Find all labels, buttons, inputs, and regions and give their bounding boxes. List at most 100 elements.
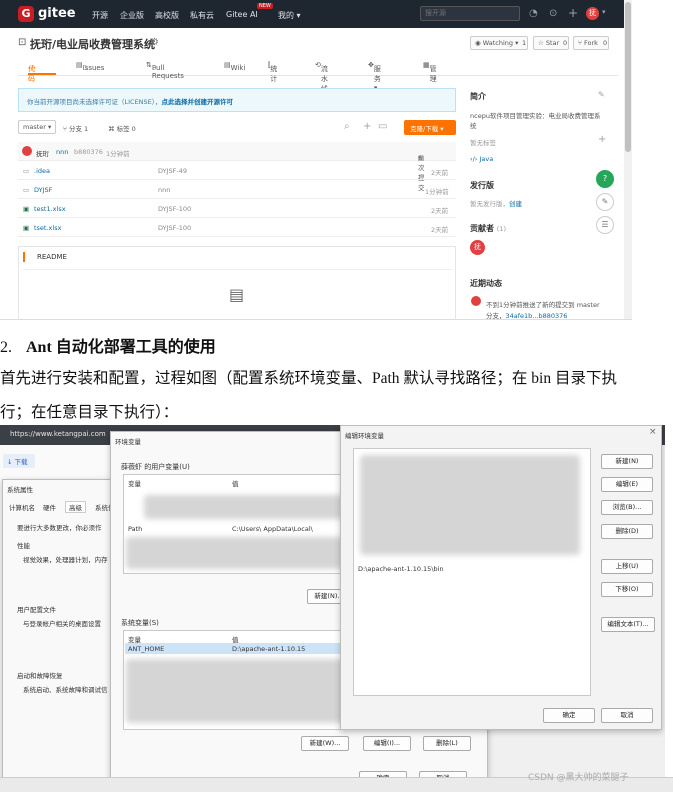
user-vars-label: 薛薇虾 的用户变量(U)	[121, 463, 190, 471]
file-message[interactable]: DYJSF-100	[158, 205, 191, 213]
close-icon[interactable]: ×	[649, 427, 657, 437]
file-message[interactable]: nnn	[158, 186, 170, 194]
move-up-button[interactable]: 上移(U)	[601, 559, 653, 574]
tab-services[interactable]: ✥ 服务 ▾	[368, 61, 381, 92]
heading-number: 2.	[0, 339, 12, 356]
activity-commit-link[interactable]: 34afe1b...b880376	[506, 312, 568, 319]
table-row[interactable]: ▭ DYJSF nnn 1分钟前	[18, 180, 456, 199]
settings-icon[interactable]: ⚙	[150, 37, 159, 48]
system-vars-list[interactable]: 变量 值 ANT_HOME D:\apache-ant-1.10.15	[123, 630, 353, 730]
file-name[interactable]: DYJSF	[34, 186, 52, 194]
user-avatar[interactable]: 抚	[586, 7, 599, 20]
gitee-logo-text[interactable]: gitee	[38, 6, 76, 21]
tab-wiki[interactable]: ▤ Wiki	[224, 61, 245, 72]
tab-pull-requests[interactable]: ⇅ Pull Requests 0	[146, 61, 184, 80]
no-release: 暂无发行版，创建	[470, 200, 522, 208]
clone-download-button[interactable]: 克隆/下载 ▾	[404, 120, 456, 135]
edit-entry-button[interactable]: 编辑(E)	[601, 477, 653, 492]
move-down-button[interactable]: 下移(O)	[601, 582, 653, 597]
system-var-value[interactable]: D:\apache-ant-1.10.15	[232, 645, 305, 653]
recovery-title: 启动和故障恢复	[17, 672, 63, 680]
plus-icon[interactable]: +	[363, 121, 371, 132]
star-button[interactable]: ☆ Star 0	[533, 36, 569, 50]
contributors-title: 贡献者 (1)	[470, 224, 507, 233]
col-header-value[interactable]: 值	[232, 478, 239, 488]
ok-button[interactable]: 确定	[543, 708, 595, 723]
tab-computer-name[interactable]: 计算机名	[9, 502, 35, 512]
file-message[interactable]: DYJSF-100	[158, 224, 191, 232]
contributor-avatar[interactable]: 抚	[470, 240, 485, 255]
tab-advanced[interactable]: 高级	[65, 501, 86, 513]
tab-stats[interactable]: ⫿ 统计	[268, 61, 277, 83]
user-var-value[interactable]: C:\Users\ AppData\Local\	[232, 525, 313, 533]
file-name[interactable]: .idea	[34, 167, 50, 175]
system-delete-button[interactable]: 删除(L)	[423, 736, 471, 751]
user-var-name[interactable]: Path	[128, 525, 142, 533]
release-title: 发行版	[470, 181, 494, 190]
user-vars-list[interactable]: 变量 值 Path C:\Users\ AppData\Local\	[123, 474, 353, 574]
nav-item-private-cloud[interactable]: 私有云	[190, 10, 214, 21]
search-icon[interactable]: ⌕	[344, 121, 350, 132]
scrollbar[interactable]	[624, 0, 632, 319]
cancel-button[interactable]: 取消	[601, 708, 653, 723]
tab-hardware[interactable]: 硬件	[43, 502, 56, 512]
help-icon[interactable]: ?	[596, 170, 614, 188]
watch-button[interactable]: ◉ Watching ▾ 1	[470, 36, 528, 50]
bell-icon[interactable]: ◔	[529, 8, 538, 19]
tab-manage[interactable]: ▦ 管理	[423, 61, 437, 83]
tab-pipeline[interactable]: ⟲ 流水线	[315, 61, 328, 93]
commit-author[interactable]: 抚珩	[36, 148, 49, 158]
col-header-variable[interactable]: 变量	[128, 478, 141, 488]
file-message[interactable]: DYJSF-49	[158, 167, 187, 175]
gitee-navbar: G gitee 开源 企业版 高校版 私有云 Gitee AI NEW 我的 ▾…	[0, 0, 632, 28]
download-button[interactable]: ↓ 下载	[3, 454, 35, 468]
chat-icon[interactable]: ☰	[596, 216, 614, 234]
edit-icon[interactable]: ✎	[596, 193, 614, 211]
file-name[interactable]: test1.xlsx	[34, 205, 66, 213]
edit-text-button[interactable]: 编辑文本(T)...	[601, 617, 655, 632]
fork-button[interactable]: ⑂ Fork 0	[573, 36, 609, 50]
delete-entry-button[interactable]: 删除(D)	[601, 524, 653, 539]
notice-link[interactable]: 点此选择并创建开源许可	[162, 98, 234, 106]
nav-item-gitee-ai[interactable]: Gitee AI	[226, 10, 258, 19]
path-entry-ant-bin[interactable]: D:\apache-ant-1.10.15\bin	[358, 565, 444, 573]
admin-note: 要进行大多数更改，你必须作	[17, 524, 102, 532]
commit-row: 抚珩 nnn b880376 1分钟前 ▤ 6 次提交	[18, 142, 456, 192]
path-entries-list[interactable]: D:\apache-ant-1.10.15\bin	[353, 448, 591, 696]
file-name[interactable]: tset.xlsx	[34, 224, 61, 232]
commit-hash[interactable]: b880376	[74, 148, 103, 156]
edit-icon[interactable]: ✎	[598, 90, 605, 99]
repo-title[interactable]: 抚珩/电业局收费管理系统	[30, 36, 155, 52]
nav-item-edu[interactable]: 高校版	[155, 10, 179, 21]
chevron-down-icon[interactable]: ▾	[602, 8, 606, 16]
tab-issues[interactable]: ▤ Issues 0	[76, 61, 104, 72]
create-release-link[interactable]: 创建	[509, 200, 522, 208]
tags-link[interactable]: ⌘ 标签 0	[108, 123, 136, 133]
branch-select[interactable]: master ▾	[18, 120, 57, 134]
repo-toolbar: master ▾ ⑂ 分支 1 ⌘ 标签 0 ⌕ + ▭ 克隆/下载 ▾	[18, 120, 456, 136]
explore-icon[interactable]: ⊙	[549, 8, 557, 19]
document-icon: ▤	[229, 285, 245, 304]
activity-title: 近期动态	[470, 279, 502, 288]
table-row[interactable]: ▣ tset.xlsx DYJSF-100 2天前	[18, 218, 456, 237]
nav-item-mine[interactable]: 我的 ▾	[278, 10, 301, 21]
readme-accent	[23, 252, 25, 262]
table-row[interactable]: ▭ .idea DYJSF-49 2天前	[18, 161, 456, 180]
table-row[interactable]: ▣ test1.xlsx DYJSF-100 2天前	[18, 199, 456, 218]
system-edit-button[interactable]: 编辑(I)...	[363, 736, 411, 751]
new-entry-button[interactable]: 新建(N)	[601, 454, 653, 469]
system-var-name[interactable]: ANT_HOME	[128, 645, 164, 653]
web-ide-icon[interactable]: ▭	[378, 121, 387, 132]
gitee-logo-icon[interactable]: G	[18, 6, 34, 22]
plus-icon[interactable]: +	[568, 6, 578, 20]
browse-button[interactable]: 浏览(B)...	[601, 500, 653, 515]
system-new-button[interactable]: 新建(W)...	[301, 736, 349, 751]
nav-item-enterprise[interactable]: 企业版	[120, 10, 144, 21]
readme-tab[interactable]: README	[37, 253, 67, 261]
branches-link[interactable]: ⑂ 分支 1	[63, 123, 88, 133]
search-input[interactable]	[420, 6, 520, 21]
commit-message[interactable]: nnn	[56, 148, 68, 156]
nav-item-opensource[interactable]: 开源	[92, 10, 108, 21]
lang-tag[interactable]: ‹/› Java	[470, 155, 493, 163]
plus-icon[interactable]: +	[598, 134, 606, 145]
